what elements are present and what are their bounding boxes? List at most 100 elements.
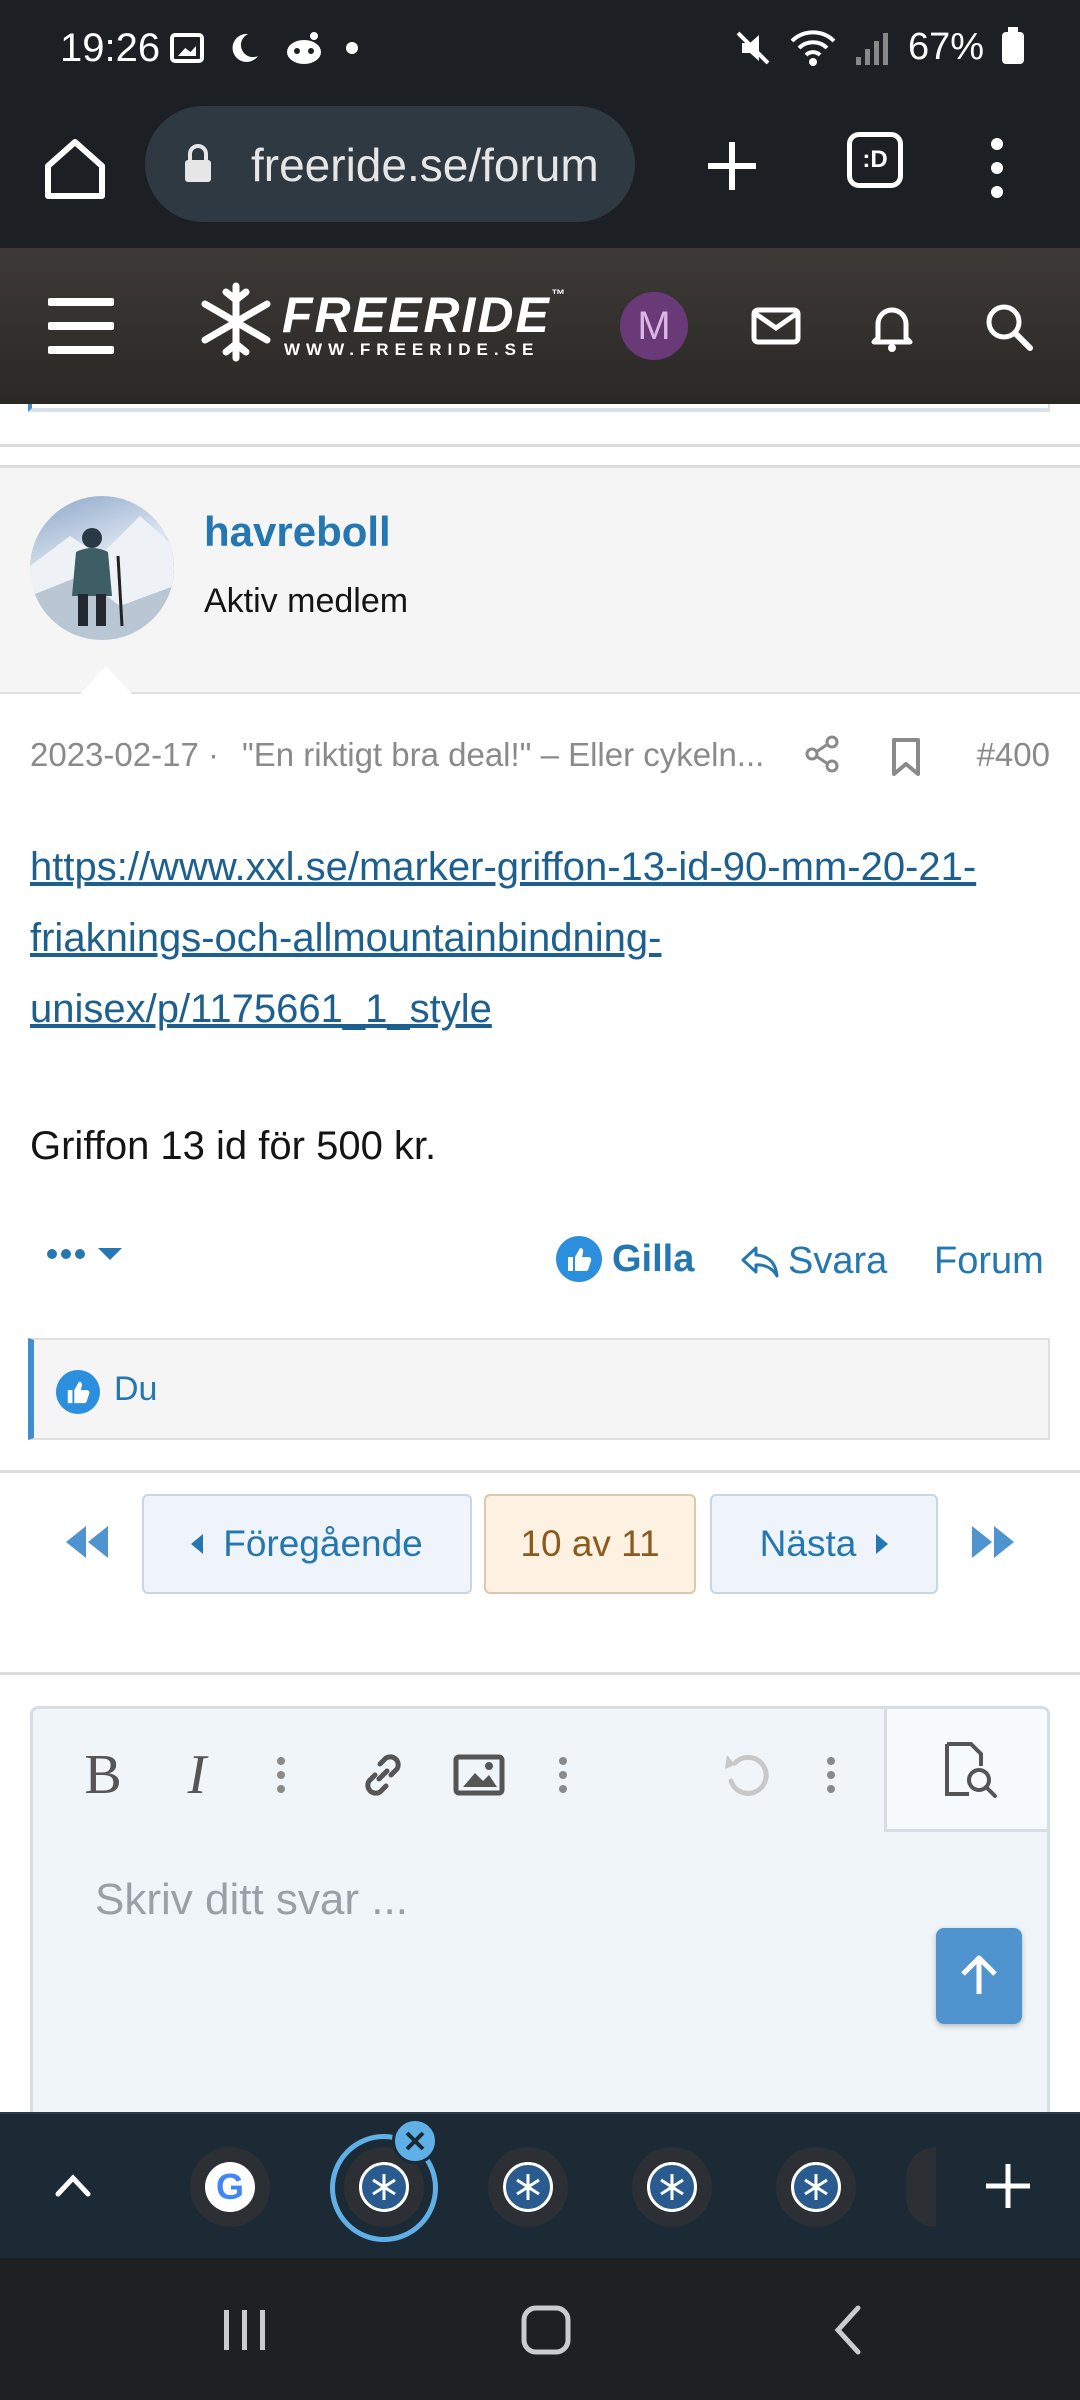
undo-icon[interactable] — [717, 1745, 777, 1805]
thumbs-up-icon — [556, 1236, 602, 1282]
scroll-to-top-button[interactable] — [936, 1928, 1022, 2024]
tab-freeride[interactable] — [488, 2147, 568, 2227]
tab-google[interactable]: G — [190, 2147, 270, 2227]
more-vert-icon[interactable] — [982, 136, 1012, 200]
home-icon[interactable] — [40, 134, 110, 204]
like-button[interactable]: Gilla — [556, 1236, 694, 1282]
post-number[interactable]: #400 — [977, 736, 1050, 774]
mail-icon[interactable] — [748, 298, 804, 354]
post-url-line: unisex/p/1175661_1_style — [30, 987, 492, 1031]
post-body: Griffon 13 id för 500 kr. — [30, 1124, 437, 1168]
reactions-text: Du — [114, 1370, 158, 1408]
text-more-button[interactable] — [251, 1745, 311, 1805]
forum-button[interactable]: Forum — [934, 1240, 1044, 1283]
link-icon[interactable] — [353, 1745, 413, 1805]
reply-icon — [741, 1246, 779, 1277]
account-avatar[interactable]: M — [620, 292, 688, 360]
user-avatar[interactable] — [30, 496, 174, 640]
current-page-indicator[interactable]: 10 av 11 — [484, 1494, 696, 1594]
search-icon[interactable] — [980, 298, 1036, 354]
prev-page-label: Föregående — [223, 1523, 423, 1564]
preview-button[interactable] — [884, 1709, 1047, 1832]
post-date[interactable]: 2023-02-17 · — [30, 736, 219, 774]
tab-freeride[interactable] — [632, 2147, 712, 2227]
add-tab-icon[interactable] — [980, 2158, 1036, 2214]
moon-icon — [232, 33, 258, 62]
bookmark-icon[interactable] — [888, 736, 924, 776]
system-nav-bar — [0, 2258, 1080, 2400]
status-bar: 19:26 67% — [0, 0, 1080, 100]
tab-partial[interactable] — [906, 2147, 936, 2227]
close-tab-icon[interactable] — [392, 2118, 438, 2164]
new-tab-icon[interactable] — [700, 134, 764, 198]
wifi-icon — [790, 29, 836, 66]
bell-icon[interactable] — [864, 298, 920, 354]
last-page-icon[interactable] — [968, 1522, 1018, 1562]
status-system-icons: 67% — [734, 26, 1024, 69]
insert-more-button[interactable] — [533, 1745, 593, 1805]
mute-icon — [736, 31, 770, 64]
back-nav-icon[interactable] — [820, 2300, 880, 2360]
pagination: Föregående 10 av 11 Nästa — [0, 1494, 1080, 1594]
battery-icon — [1002, 26, 1024, 64]
recent-apps-icon[interactable] — [214, 2300, 274, 2360]
image-icon[interactable] — [449, 1745, 509, 1805]
divider — [0, 444, 1080, 447]
post-url-line: friaknings-och-allmountainbindning- — [30, 916, 662, 960]
author-pointer — [80, 666, 132, 694]
editor-more-button[interactable] — [801, 1745, 861, 1805]
previous-post-edge — [28, 404, 1050, 412]
status-time: 19:26 — [60, 26, 161, 70]
tab-switcher-button[interactable]: :D — [847, 132, 903, 188]
reactions-summary[interactable]: Du — [28, 1338, 1050, 1440]
freeride-logo[interactable]: FREERIDE™ WWW.FREERIDE.SE — [196, 278, 565, 368]
reply-button[interactable]: Svara — [740, 1240, 887, 1283]
freeride-favicon-icon — [791, 2162, 841, 2212]
caret-right-icon — [876, 1534, 889, 1554]
thread-title-link[interactable]: "En riktigt bra deal!" – Eller cykeln... — [242, 736, 832, 774]
next-page-button[interactable]: Nästa — [710, 1494, 938, 1594]
site-header: FREERIDE™ WWW.FREERIDE.SE M — [0, 248, 1080, 404]
divider — [0, 1672, 1080, 1675]
share-icon[interactable] — [802, 734, 842, 774]
tab-freeride[interactable] — [776, 2147, 856, 2227]
reply-editor[interactable]: B I Skriv ditt svar ... — [30, 1706, 1050, 2126]
home-nav-icon[interactable] — [516, 2300, 576, 2360]
lock-icon — [185, 144, 211, 182]
google-icon: G — [205, 2162, 255, 2212]
prev-page-button[interactable]: Föregående — [142, 1494, 472, 1594]
hamburger-menu-icon[interactable] — [48, 298, 114, 354]
logo-subtitle: WWW.FREERIDE.SE — [284, 340, 540, 359]
post-url-line: https://www.xxl.se/marker-griffon-13-id-… — [30, 845, 977, 889]
user-title: Aktiv medlem — [204, 582, 409, 620]
address-bar[interactable]: freeride.se/forum — [145, 106, 635, 222]
freeride-favicon-icon — [503, 2162, 553, 2212]
post-url-link[interactable]: https://www.xxl.se/marker-griffon-13-id-… — [30, 832, 1060, 1045]
thumbs-up-icon — [56, 1370, 100, 1414]
reply-label: Svara — [788, 1240, 888, 1282]
skier-photo — [30, 516, 174, 640]
freeride-favicon-icon — [359, 2162, 409, 2212]
like-label: Gilla — [612, 1237, 695, 1280]
logo-wordmark: FREERIDE™ — [282, 286, 567, 343]
username-link[interactable]: havreboll — [204, 508, 391, 556]
post-more-menu-icon[interactable] — [46, 1236, 126, 1272]
reply-input[interactable]: Skriv ditt svar ... — [95, 1875, 408, 1925]
caret-left-icon — [191, 1534, 204, 1554]
status-notification-icons — [170, 30, 358, 66]
gallery-icon — [170, 33, 204, 63]
first-page-icon[interactable] — [62, 1522, 112, 1562]
signal-icon — [855, 32, 888, 65]
next-page-label: Nästa — [759, 1523, 857, 1564]
bold-button[interactable]: B — [73, 1744, 133, 1806]
freeride-favicon-icon — [647, 2162, 697, 2212]
url-text: freeride.se/forum — [251, 139, 599, 191]
battery-percent: 67% — [907, 26, 984, 68]
browser-tab-strip: G — [0, 2112, 1080, 2258]
chevron-up-icon[interactable] — [52, 2164, 94, 2206]
preview-icon — [945, 1742, 997, 1798]
italic-button[interactable]: I — [167, 1744, 227, 1806]
reddit-icon — [287, 32, 321, 64]
dot-icon — [346, 42, 358, 54]
arrow-up-icon — [961, 1955, 997, 1994]
